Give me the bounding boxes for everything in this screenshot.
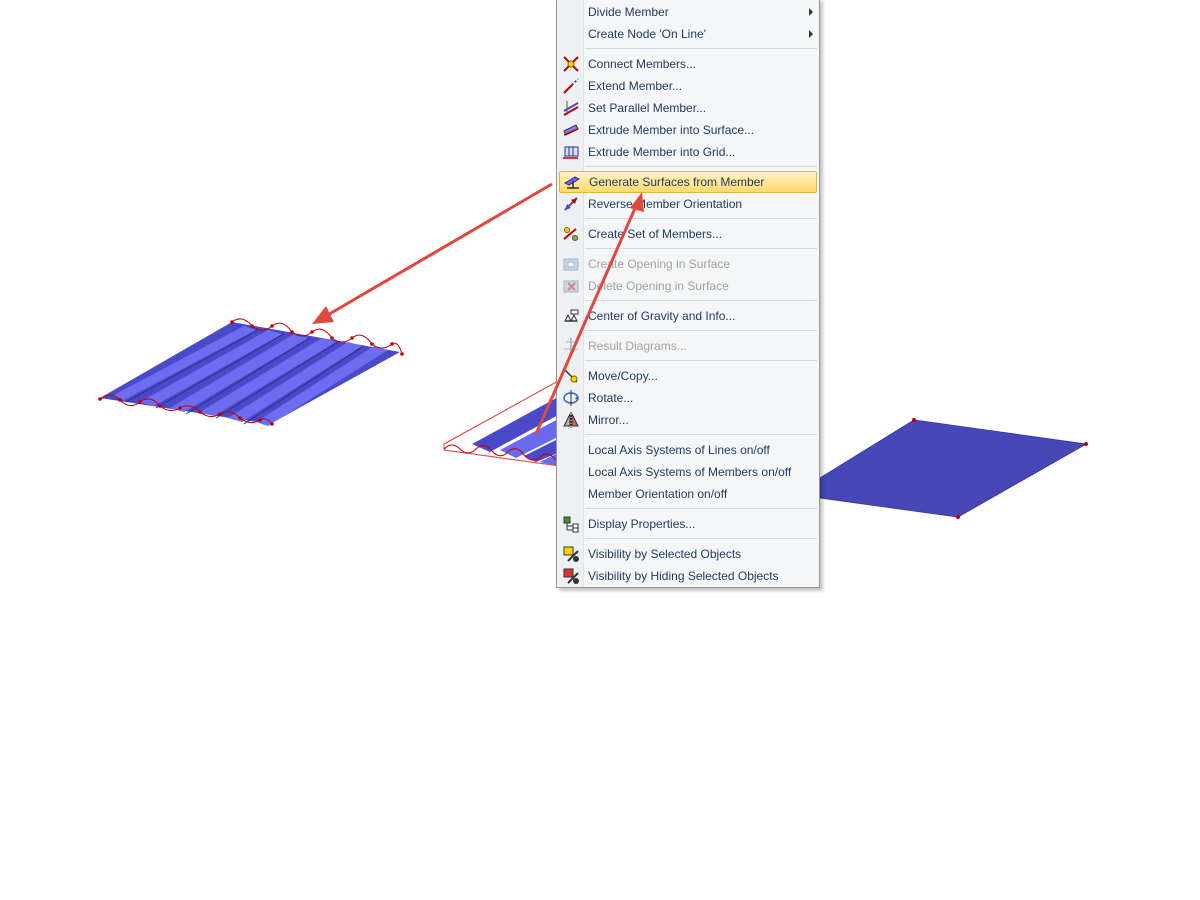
menu-item-label: Display Properties... (588, 517, 696, 531)
menu-item-create-set-of-members[interactable]: Create Set of Members... (559, 223, 817, 245)
menu-item-label: Create Node 'On Line' (588, 27, 706, 41)
menu-item-generate-surfaces-from-member[interactable]: Generate Surfaces from Member (559, 171, 817, 193)
flat-surface[interactable] (819, 419, 1088, 518)
surface-node (912, 418, 916, 422)
create-opening-icon (559, 253, 583, 275)
create-node-icon (559, 23, 583, 45)
mirror-icon (559, 409, 583, 431)
menu-item-icon-slot (559, 461, 583, 483)
generated-corrugated-surface[interactable] (98, 318, 404, 426)
menu-item-mirror[interactable]: Mirror... (559, 409, 817, 431)
menu-item-extrude-member-into-grid[interactable]: Extrude Member into Grid... (559, 141, 817, 163)
menu-item-label: Extend Member... (588, 79, 683, 93)
menu-item-label: Visibility by Hiding Selected Objects (588, 569, 779, 583)
menu-separator (585, 360, 817, 361)
delete-opening-icon (559, 275, 583, 297)
menu-item-visibility-by-selected[interactable]: Visibility by Selected Objects (559, 543, 817, 565)
menu-item-set-parallel-member[interactable]: Set Parallel Member... (559, 97, 817, 119)
menu-separator (585, 166, 817, 167)
menu-item-extend-member[interactable]: Extend Member... (559, 75, 817, 97)
menu-separator (585, 300, 817, 301)
menu-item-move-copy[interactable]: Move/Copy... (559, 365, 817, 387)
menu-item-connect-members[interactable]: Connect Members... (559, 53, 817, 75)
menu-item-label: Extrude Member into Surface... (588, 123, 755, 137)
selected-corrugated-member[interactable] (443, 379, 561, 467)
extend-member-icon (559, 75, 583, 97)
submenu-arrow-icon (809, 8, 813, 16)
menu-item-label: Extrude Member into Grid... (588, 145, 736, 159)
display-properties-icon (559, 513, 583, 535)
menu-item-result-diagrams[interactable]: Result Diagrams... (559, 335, 817, 357)
menu-item-label: Create Set of Members... (588, 227, 723, 241)
menu-item-icon-slot (559, 439, 583, 461)
move-copy-icon (559, 365, 583, 387)
menu-item-reverse-member-orientation[interactable]: Reverse Member Orientation (559, 193, 817, 215)
menu-item-label: Local Axis Systems of Members on/off (588, 465, 792, 479)
context-menu: Divide Member Create Node 'On Line' Conn… (556, 0, 820, 588)
menu-item-center-of-gravity-and-info[interactable]: Center of Gravity and Info... (559, 305, 817, 327)
menu-item-label: Local Axis Systems of Lines on/off (588, 443, 770, 457)
menu-item-extrude-member-into-surface[interactable]: Extrude Member into Surface... (559, 119, 817, 141)
menu-item-display-properties[interactable]: Display Properties... (559, 513, 817, 535)
surface-node (1084, 442, 1088, 446)
menu-item-label: Move/Copy... (588, 369, 658, 383)
menu-item-label: Generate Surfaces from Member (589, 175, 765, 189)
menu-separator (585, 48, 817, 49)
menu-item-label: Set Parallel Member... (588, 101, 707, 115)
menu-item-label: Divide Member (588, 5, 669, 19)
visibility-hiding-icon (559, 565, 583, 587)
menu-item-delete-opening-in-surface[interactable]: Delete Opening in Surface (559, 275, 817, 297)
menu-item-rotate[interactable]: Rotate... (559, 387, 817, 409)
create-set-icon (559, 223, 583, 245)
menu-separator (585, 330, 817, 331)
menu-item-label: Visibility by Selected Objects (588, 547, 742, 561)
menu-item-label: Connect Members... (588, 57, 697, 71)
menu-separator (585, 434, 817, 435)
surface-node (956, 515, 960, 519)
divide-member-icon (559, 1, 583, 23)
menu-separator (585, 218, 817, 219)
set-parallel-member-icon (559, 97, 583, 119)
menu-separator (585, 248, 817, 249)
menu-item-label: Create Opening in Surface (588, 257, 731, 271)
result-diagrams-icon (559, 335, 583, 357)
menu-item-label: Delete Opening in Surface (588, 279, 729, 293)
menu-item-create-node-on-line[interactable]: Create Node 'On Line' (559, 23, 817, 45)
menu-item-member-orientation[interactable]: Member Orientation on/off (559, 483, 817, 505)
annotation-arrow-to-result (312, 182, 553, 324)
menu-item-local-axis-lines[interactable]: Local Axis Systems of Lines on/off (559, 439, 817, 461)
center-of-gravity-icon (559, 305, 583, 327)
menu-separator (585, 508, 817, 509)
visibility-selected-icon (559, 543, 583, 565)
reverse-orientation-icon (559, 193, 583, 215)
menu-item-create-opening-in-surface[interactable]: Create Opening in Surface (559, 253, 817, 275)
submenu-arrow-icon (809, 30, 813, 38)
menu-item-label: Mirror... (588, 413, 629, 427)
generate-surfaces-icon (560, 171, 584, 193)
extrude-grid-icon (559, 141, 583, 163)
menu-item-local-axis-members[interactable]: Local Axis Systems of Members on/off (559, 461, 817, 483)
menu-item-icon-slot (559, 483, 583, 505)
menu-item-label: Result Diagrams... (588, 339, 687, 353)
menu-item-divide-member[interactable]: Divide Member (559, 1, 817, 23)
extrude-surface-icon (559, 119, 583, 141)
menu-item-visibility-by-hiding[interactable]: Visibility by Hiding Selected Objects (559, 565, 817, 587)
menu-item-label: Rotate... (588, 391, 634, 405)
rotate-icon (559, 387, 583, 409)
menu-item-label: Center of Gravity and Info... (588, 309, 736, 323)
connect-members-icon (559, 53, 583, 75)
menu-separator (585, 538, 817, 539)
menu-item-label: Reverse Member Orientation (588, 197, 743, 211)
menu-item-label: Member Orientation on/off (588, 487, 728, 501)
